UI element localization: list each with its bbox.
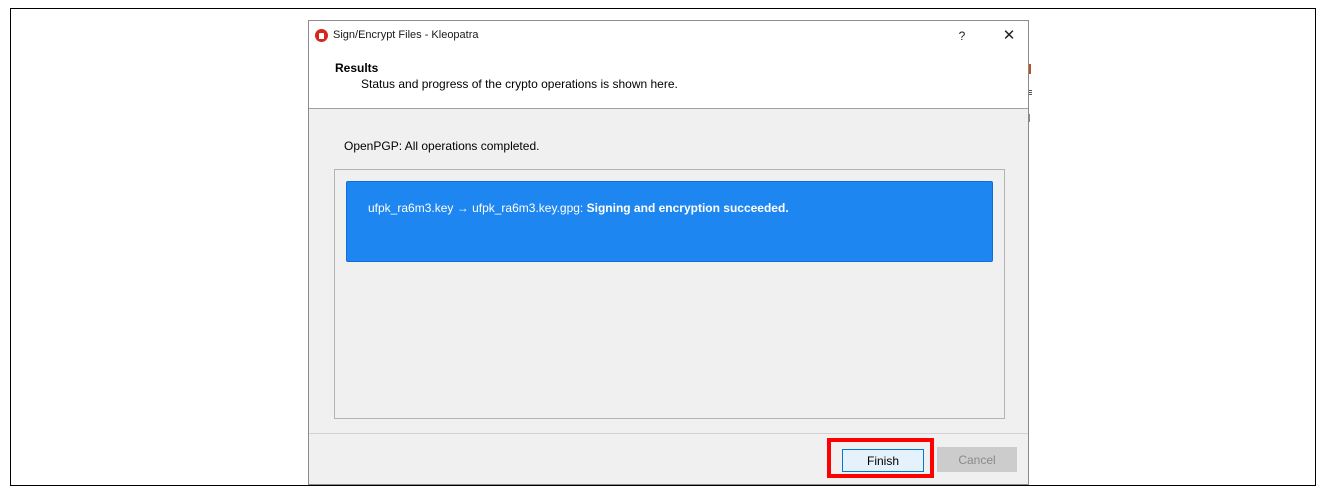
- result-line: ufpk_ra6m3.key → ufpk_ra6m3.key.gpg: Sig…: [368, 201, 789, 215]
- page-title: Results: [335, 61, 379, 75]
- sign-encrypt-dialog: Sign/Encrypt Files - Kleopatra ? ✕ Resul…: [308, 20, 1029, 485]
- arrow-icon: →: [456, 201, 469, 215]
- highlight-annotation: [827, 438, 934, 478]
- kleopatra-icon: [315, 29, 328, 42]
- result-message: Signing and encryption succeeded.: [586, 201, 789, 215]
- close-button[interactable]: ✕: [998, 25, 1020, 47]
- results-panel: ufpk_ra6m3.key → ufpk_ra6m3.key.gpg: Sig…: [334, 169, 1005, 419]
- wizard-header: Results Status and progress of the crypt…: [309, 51, 1028, 109]
- window-title: Sign/Encrypt Files - Kleopatra: [333, 29, 479, 41]
- page-subtitle: Status and progress of the crypto operat…: [361, 77, 678, 91]
- result-item: ufpk_ra6m3.key → ufpk_ra6m3.key.gpg: Sig…: [346, 181, 993, 262]
- target-file-name: ufpk_ra6m3.key.gpg:: [472, 201, 584, 215]
- source-file-name: ufpk_ra6m3.key: [368, 201, 454, 215]
- title-bar: Sign/Encrypt Files - Kleopatra ? ✕: [309, 21, 1028, 51]
- help-button[interactable]: ?: [952, 26, 972, 46]
- status-message: OpenPGP: All operations completed.: [344, 139, 540, 153]
- cancel-button[interactable]: Cancel: [937, 447, 1017, 472]
- footer-divider: [309, 433, 1028, 434]
